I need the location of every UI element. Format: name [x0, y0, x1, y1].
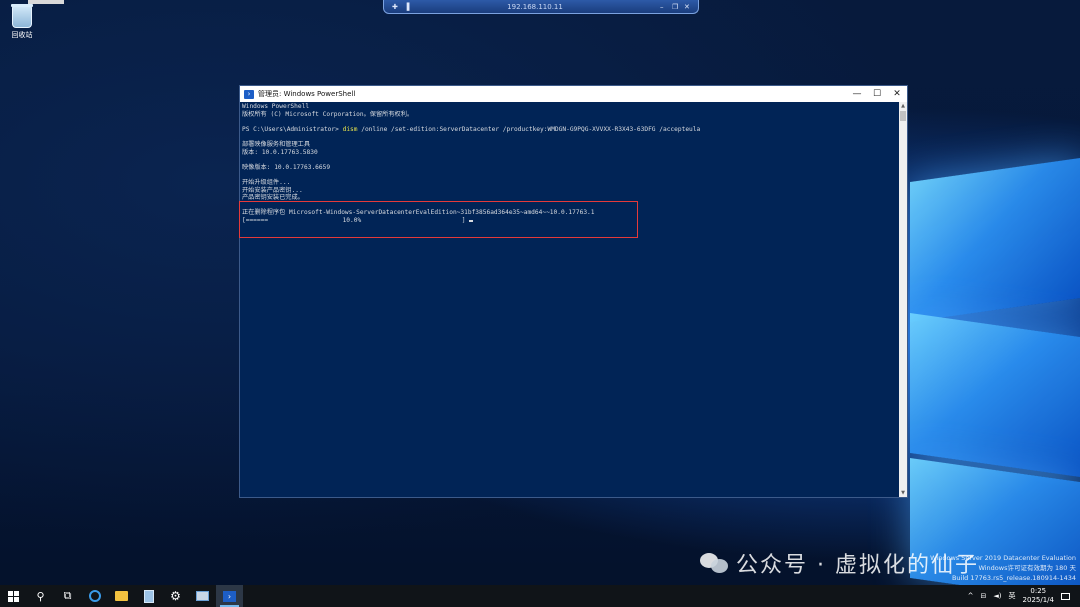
- signal-icon: ▐: [404, 2, 410, 11]
- console-output[interactable]: Windows PowerShell 版权所有 (C) Microsoft Cor…: [240, 102, 899, 497]
- wechat-icon: [700, 551, 730, 575]
- volume-icon[interactable]: ◄): [993, 592, 1001, 600]
- search-button[interactable]: ⚲: [27, 585, 54, 607]
- server-manager-icon: [143, 589, 154, 603]
- windows-logo-icon: [8, 590, 19, 602]
- minimize-icon[interactable]: –: [660, 3, 666, 10]
- network-icon: [196, 591, 209, 601]
- powershell-taskbar-button[interactable]: ›: [216, 585, 243, 607]
- console-line: 映像版本: 10.0.17763.6659: [242, 163, 331, 171]
- eval-line-2: Windows许可证有效期为 180 天: [978, 564, 1076, 572]
- remote-host-label: 192.168.110.11: [507, 2, 563, 11]
- console-line: 版本: 10.0.17763.5830: [242, 148, 318, 156]
- console-line: 版权所有 (C) Microsoft Corporation。保留所有权利。: [242, 110, 414, 118]
- notification-icon[interactable]: [1061, 592, 1070, 600]
- console-line: Windows PowerShell: [242, 103, 310, 110]
- search-icon: ⚲: [36, 589, 45, 603]
- minimize-button[interactable]: —: [847, 86, 867, 102]
- console-args: /online /set-edition:ServerDatacenter /p…: [357, 125, 701, 133]
- scroll-up-icon[interactable]: ▲: [899, 102, 907, 110]
- console-line: 正在删除程序包 Microsoft-Windows-ServerDatacent…: [242, 209, 595, 217]
- windows-wallpaper-logo: [910, 150, 1080, 602]
- eval-line-1: Windows Server 2019 Datacenter Evaluatio…: [930, 554, 1076, 562]
- clock-date: 2025/1/4: [1022, 596, 1054, 604]
- remote-connection-bar[interactable]: ✚ ▐ 192.168.110.11 – ❐ ✕: [383, 0, 699, 14]
- restore-icon[interactable]: ❐: [672, 3, 678, 10]
- console-line: 部署映像服务和管理工具: [242, 140, 311, 148]
- powershell-window[interactable]: › 管理员: Windows PowerShell — ☐ ✕ Windows …: [239, 85, 908, 498]
- start-button[interactable]: [0, 585, 27, 607]
- window-title: 管理员: Windows PowerShell: [258, 90, 356, 98]
- console-line: [====== 10.0% ]: [242, 217, 897, 225]
- close-icon[interactable]: ✕: [684, 3, 690, 10]
- network-button[interactable]: [189, 585, 216, 607]
- console-line: PS C:\Users\Administrator> dism /online …: [242, 126, 897, 134]
- console-line: 开始升级组件...: [242, 178, 291, 186]
- scrollbar-thumb[interactable]: [900, 111, 906, 121]
- vertical-scrollbar[interactable]: ▲ ▼: [899, 102, 907, 497]
- progress-bar-text: [====== 10.0% ]: [242, 216, 466, 224]
- settings-button[interactable]: ⚙: [162, 585, 189, 607]
- recycle-bin-icon: [11, 4, 33, 28]
- clock-time: 0:25: [1030, 587, 1047, 595]
- recycle-bin[interactable]: 回收站: [6, 4, 38, 40]
- desktop-strip: [28, 0, 64, 4]
- scroll-down-icon[interactable]: ▼: [899, 489, 907, 497]
- console-prompt: PS C:\Users\Administrator>: [242, 125, 343, 133]
- evaluation-notice: Windows Server 2019 Datacenter Evaluatio…: [930, 553, 1076, 583]
- console-line: 开始安装产品密钥...: [242, 186, 303, 194]
- tray-overflow-icon[interactable]: ^: [968, 592, 974, 600]
- network-tray-icon[interactable]: ⊟: [981, 592, 987, 600]
- ime-indicator[interactable]: 英: [1009, 591, 1016, 601]
- edge-button[interactable]: [81, 585, 108, 607]
- eval-line-3: Build 17763.rs5_release.180914-1434: [951, 574, 1076, 582]
- recycle-bin-label: 回收站: [11, 31, 33, 39]
- task-view-icon: ⧉: [63, 589, 72, 602]
- taskbar: ⚲ ⧉ ⚙ › ^ ⊟ ◄) 英 0:25 2025/1/4: [0, 585, 1080, 607]
- console-command: dism: [342, 125, 358, 133]
- edge-icon: [88, 590, 101, 602]
- close-button[interactable]: ✕: [887, 86, 907, 102]
- console-line: 产品密钥安装已完成。: [242, 194, 304, 202]
- window-titlebar[interactable]: › 管理员: Windows PowerShell — ☐ ✕: [240, 86, 907, 102]
- task-view-button[interactable]: ⧉: [54, 585, 81, 607]
- clock[interactable]: 0:25 2025/1/4: [1023, 587, 1054, 605]
- powershell-taskbar-icon: ›: [223, 590, 236, 602]
- text-cursor: [469, 219, 474, 222]
- powershell-icon: ›: [244, 89, 254, 99]
- folder-icon: [115, 591, 128, 601]
- file-explorer-button[interactable]: [108, 585, 135, 607]
- maximize-button[interactable]: ☐: [867, 86, 887, 102]
- pin-icon[interactable]: ✚: [392, 3, 398, 10]
- gear-icon: ⚙: [170, 589, 181, 603]
- server-manager-button[interactable]: [135, 585, 162, 607]
